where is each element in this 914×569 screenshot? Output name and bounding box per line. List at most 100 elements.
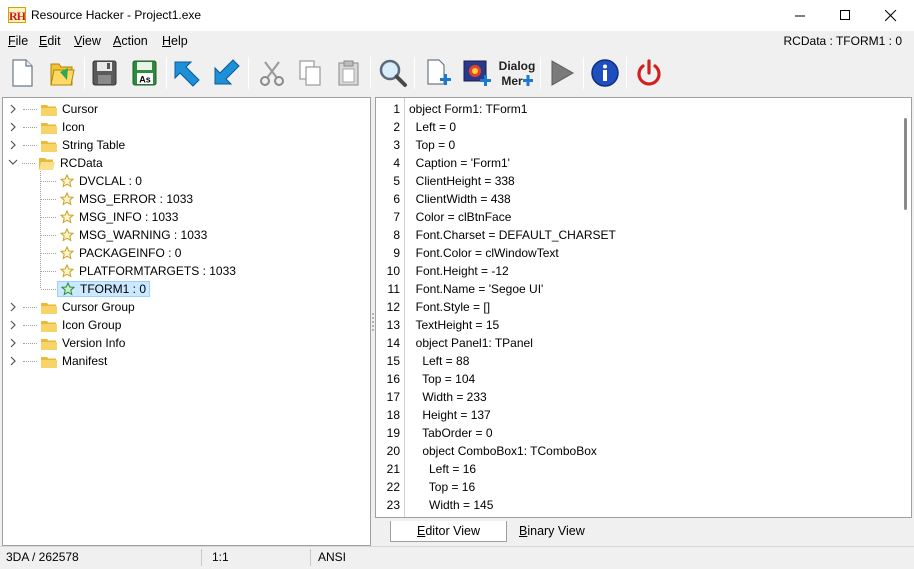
line-number: 18: [386, 408, 400, 422]
tree-connector: [23, 360, 37, 362]
tree-connector: [41, 252, 56, 254]
selected-tree-item: TFORM1 : 0: [57, 281, 151, 297]
current-resource-label: RCData : TFORM1 : 0: [783, 34, 902, 48]
tree-item-platformtargets[interactable]: PLATFORMTARGETS : 1033: [41, 262, 236, 280]
toolbar-separator: [583, 57, 584, 89]
folder-icon: [41, 356, 57, 368]
tree-item-packageinfo[interactable]: PACKAGEINFO : 0: [41, 244, 181, 262]
menu-edit[interactable]: Edit: [39, 34, 61, 48]
resource-tree[interactable]: Cursor Icon String Table RCData DVCLAL :…: [2, 97, 371, 546]
tree-item-msg-error[interactable]: MSG_ERROR : 1033: [41, 190, 193, 208]
dialog-menu-editor-button[interactable]: Dialog Mer: [498, 55, 536, 91]
chevron-right-icon: [10, 140, 16, 150]
toolbar-separator: [540, 57, 541, 89]
line-number-gutter: 1 2 3 4 5 6 7 8 9 10 11 12 13 14 15 16 17 18 19 20 21 22 23: [376, 98, 405, 517]
tree-connector: [41, 180, 56, 182]
maximize-button[interactable]: [822, 0, 868, 31]
status-encoding: ANSI: [318, 550, 347, 564]
save-button[interactable]: [86, 55, 122, 91]
tree-item-msg-warning[interactable]: MSG_WARNING : 1033: [41, 226, 207, 244]
tab-binary-view[interactable]: Binary View: [493, 521, 611, 542]
code-line: Font.Style = []: [409, 300, 491, 314]
tree-item-icon[interactable]: Icon: [9, 118, 85, 136]
save-as-icon: As: [132, 60, 157, 86]
tree-item-dvclal[interactable]: DVCLAL : 0: [41, 172, 142, 190]
minimize-icon: [794, 15, 805, 17]
copy-button[interactable]: [292, 55, 328, 91]
menu-help-label: elp: [171, 34, 188, 48]
tree-item-string-table[interactable]: String Table: [9, 136, 125, 154]
menu-action[interactable]: Action: [113, 34, 148, 48]
cut-button[interactable]: [254, 55, 290, 91]
toolbar-separator: [626, 57, 627, 89]
find-button[interactable]: [375, 55, 411, 91]
open-button[interactable]: [44, 55, 80, 91]
line-number: 14: [386, 336, 400, 350]
exit-button[interactable]: [631, 55, 667, 91]
add-image-resource-button[interactable]: [459, 55, 495, 91]
back-button[interactable]: [168, 55, 204, 91]
scissors-icon: [260, 61, 284, 86]
tree-item-icon-group[interactable]: Icon Group: [9, 316, 121, 334]
add-blank-resource-button[interactable]: [420, 55, 456, 91]
code-line: object ComboBox1: TComboBox: [409, 444, 597, 458]
tree-item-cursor[interactable]: Cursor: [9, 100, 98, 118]
toolbar: As Dialog Mer: [0, 51, 914, 95]
compile-script-button[interactable]: [543, 55, 579, 91]
about-button[interactable]: [587, 55, 623, 91]
line-number: 19: [386, 426, 400, 440]
tree-connector: [22, 162, 35, 164]
paste-button[interactable]: [331, 55, 367, 91]
tree-item-label: MSG_WARNING : 1033: [79, 228, 208, 242]
line-number: 16: [386, 372, 400, 386]
status-separator: [310, 549, 311, 566]
tree-item-label: Version Info: [62, 336, 126, 350]
toolbar-separator: [414, 57, 415, 89]
dialog-menu-icon: Dialog Mer: [499, 59, 536, 88]
menu-view[interactable]: View: [74, 34, 101, 48]
close-button[interactable]: [868, 0, 914, 31]
tree-item-rcdata[interactable]: RCData: [8, 154, 103, 172]
dialog-menu-text-line2: Mer: [501, 74, 523, 88]
line-number: 21: [386, 462, 400, 476]
star-icon: [60, 264, 74, 278]
forward-button[interactable]: [208, 55, 244, 91]
menu-help[interactable]: Help: [162, 34, 188, 48]
folder-icon: [41, 320, 57, 332]
tree-item-tform1[interactable]: TFORM1 : 0: [41, 280, 151, 298]
tree-connector: [23, 126, 37, 128]
vertical-scrollbar[interactable]: [899, 98, 911, 517]
script-editor[interactable]: 1 2 3 4 5 6 7 8 9 10 11 12 13 14 15 16 17 18 19 20 21 22 23 ob…: [375, 97, 912, 518]
status-separator: [201, 549, 202, 566]
tree-connector: [23, 108, 37, 110]
menu-file-accelerator: F: [8, 34, 16, 48]
tree-item-label: DVCLAL : 0: [79, 174, 142, 188]
menu-file[interactable]: File: [8, 34, 28, 48]
code-line: object Form1: TForm1: [409, 102, 528, 116]
open-folder-icon: [50, 63, 75, 86]
star-icon: [60, 210, 74, 224]
code-line: Width = 233: [409, 390, 487, 404]
new-button[interactable]: [4, 55, 40, 91]
status-position: 1:1: [212, 550, 229, 564]
tab-editor-view[interactable]: Editor View: [390, 521, 508, 542]
window-title: Resource Hacker - Project1.exe: [31, 8, 202, 22]
code-line: Font.Color = clWindowText: [409, 246, 559, 260]
tree-item-manifest[interactable]: Manifest: [9, 352, 107, 370]
tree-item-msg-info[interactable]: MSG_INFO : 1033: [41, 208, 178, 226]
minimize-button[interactable]: [777, 0, 823, 31]
tree-item-version-info[interactable]: Version Info: [9, 334, 125, 352]
add-image-icon: [463, 60, 491, 86]
folder-icon: [41, 302, 57, 314]
line-number: 7: [393, 210, 400, 224]
chevron-right-icon: [10, 356, 16, 366]
tree-connector: [23, 342, 37, 344]
scrollbar-thumb[interactable]: [904, 118, 907, 210]
tree-item-label: Cursor: [62, 102, 99, 116]
tree-item-cursor-group[interactable]: Cursor Group: [9, 298, 135, 316]
save-as-button[interactable]: As: [126, 55, 162, 91]
code-line: Height = 137: [409, 408, 491, 422]
tree-item-label: PACKAGEINFO : 0: [79, 246, 182, 260]
chevron-right-icon: [10, 338, 16, 348]
chevron-right-icon: [10, 104, 16, 114]
